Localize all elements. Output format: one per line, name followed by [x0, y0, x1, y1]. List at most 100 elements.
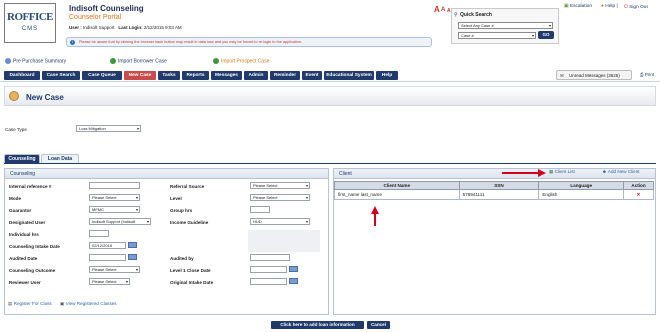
original-intake-date-input[interactable]: [250, 278, 287, 285]
import-borrower-link[interactable]: Import Borrower Case: [110, 58, 167, 64]
unread-messages[interactable]: ✉ Unread Messages (3625): [556, 70, 632, 80]
counseling-outcome-select[interactable]: Please Select ▾: [89, 266, 140, 273]
help-link[interactable]: ● Help |: [601, 4, 618, 9]
client-list-link[interactable]: ▦ Client List: [549, 169, 575, 175]
audited-date-label: Audited Date: [9, 256, 38, 261]
calendar-icon[interactable]: [128, 254, 137, 260]
guarantor-select[interactable]: MFMC ▾: [89, 206, 140, 213]
table-row: first_name last_name 578941111 English ✕: [334, 189, 654, 200]
nav-new-case[interactable]: New Case: [124, 71, 156, 80]
referral-source-select[interactable]: Please Select ▾: [250, 182, 310, 189]
case-type-label: Case Type: [5, 127, 27, 132]
view-registered-classes-link[interactable]: ▣ View Registered Classes: [60, 301, 117, 307]
nav-admin[interactable]: Admin: [244, 71, 268, 80]
level-select[interactable]: Please Select ▾: [250, 194, 310, 201]
col-ssn: SSN: [458, 181, 540, 190]
reviewer-user-label: Reviewer User: [9, 280, 41, 285]
print-icon: ⎙: [640, 72, 644, 77]
info-icon: i: [70, 40, 75, 45]
audited-date-input[interactable]: [89, 254, 126, 261]
user-value: Indisoft Support: [83, 25, 115, 30]
group-hrs-label: Group hrs: [170, 208, 193, 213]
audited-by-input[interactable]: [250, 254, 290, 261]
annotation-arrow-right: [502, 169, 546, 177]
internal-reference-label: Internal reference #: [9, 184, 52, 189]
client-list-icon: ▦: [549, 169, 554, 174]
nav-divider: [0, 81, 660, 82]
level1-close-date-input[interactable]: [250, 266, 287, 273]
calendar-icon[interactable]: [128, 242, 137, 248]
counseling-heading: Counseling: [5, 169, 328, 179]
designated-user-select[interactable]: Indisoft Support (Indisoft ▾: [89, 218, 151, 225]
notice-text: Please be aware that by clicking the bro…: [79, 40, 303, 44]
designated-user-label: Designated User: [9, 220, 46, 225]
chevron-down-icon: ▾: [135, 207, 138, 212]
group-hrs-input[interactable]: [250, 206, 270, 213]
add-loan-information-button[interactable]: Click here to add loan information: [271, 321, 364, 329]
col-client-name: Client Name: [334, 181, 460, 190]
main-nav: Dashboard Case Search Case Queue New Cas…: [4, 71, 399, 80]
escalation-link[interactable]: ▣ Escalation: [564, 4, 592, 9]
nav-reminder[interactable]: Reminder: [270, 71, 300, 80]
level1-close-date-label: Level 1 Close Date: [170, 268, 211, 273]
last-login-value: 2/12/2015 9:03 AM: [143, 25, 182, 30]
nav-case-search[interactable]: Case Search: [42, 71, 80, 80]
font-medium-button[interactable]: A: [441, 7, 445, 13]
search-field-select[interactable]: Case # ▾: [458, 32, 536, 39]
delete-icon[interactable]: ✕: [623, 189, 654, 200]
guarantor-label: Guarantor: [9, 208, 32, 213]
case-type-select[interactable]: Loss Mitigation ▾: [76, 125, 141, 132]
nav-help[interactable]: Help: [376, 71, 398, 80]
sign-out-link[interactable]: ⏻ Sign Out: [624, 4, 648, 10]
import-prospect-icon: [213, 58, 219, 64]
print-link[interactable]: ⎙ Print: [640, 72, 654, 77]
pre-purchase-summary-link[interactable]: Pre Purchase Summary: [5, 58, 66, 64]
nav-event[interactable]: Event: [302, 71, 322, 80]
nav-educational-system[interactable]: Educational System: [324, 71, 374, 80]
tab-loan-data[interactable]: Loan Data: [41, 154, 79, 163]
chevron-down-icon: ▾: [305, 183, 308, 188]
calendar-icon[interactable]: [289, 278, 298, 284]
quick-search-icon: ⚲: [454, 12, 458, 18]
register-for-class-link[interactable]: ▤ Register For Class: [8, 301, 52, 307]
mode-select[interactable]: Please Select ▾: [89, 194, 140, 201]
nav-reports[interactable]: Reports: [182, 71, 209, 80]
nav-case-queue[interactable]: Case Queue: [82, 71, 122, 80]
user-label: User :: [69, 25, 82, 30]
import-prospect-link[interactable]: Import Prospect Case: [213, 58, 269, 64]
cancel-button[interactable]: Cancel: [367, 321, 390, 329]
tab-underline: [4, 163, 656, 164]
internal-reference-input[interactable]: [89, 182, 140, 189]
nav-messages[interactable]: Messages: [211, 71, 242, 80]
chevron-down-icon: ▾: [135, 195, 138, 200]
quick-search-panel: ⚲ Quick Search Select Any Case # ▾ Case #…: [451, 8, 559, 44]
help-icon: ●: [601, 4, 604, 9]
language-cell: English: [538, 189, 625, 200]
reviewer-user-select[interactable]: Please Select ▾: [89, 278, 130, 285]
nav-tasks[interactable]: Tasks: [158, 71, 180, 80]
sign-out-icon: ⏻: [624, 5, 628, 10]
page-title-bar: [4, 86, 656, 106]
chevron-down-icon: ▾: [135, 267, 138, 272]
new-case-icon: [9, 91, 19, 101]
nav-dashboard[interactable]: Dashboard: [4, 71, 40, 80]
user-info: User : Indisoft Support Last Login: 2/12…: [69, 25, 182, 30]
mail-icon: ✉: [560, 73, 564, 78]
font-large-button[interactable]: A: [434, 5, 440, 14]
calendar-icon[interactable]: [289, 266, 298, 272]
counseling-outcome-label: Counseling Outcome: [9, 268, 56, 273]
add-new-client-link[interactable]: ☻ Add New Client: [602, 169, 640, 174]
income-guideline-select[interactable]: HUD ▾: [250, 218, 310, 225]
audited-by-label: Audited by: [170, 256, 194, 261]
chevron-down-icon: ▾: [305, 195, 308, 200]
individual-hrs-input[interactable]: [89, 230, 109, 237]
pre-purchase-icon: [5, 58, 11, 64]
tab-counseling[interactable]: Counseling: [4, 154, 40, 163]
go-button[interactable]: GO: [538, 31, 554, 39]
logo-sub: CMS: [21, 26, 39, 32]
counseling-intake-date-input[interactable]: 02/12/2015: [89, 242, 126, 249]
case-select[interactable]: Select Any Case # ▾: [458, 22, 553, 29]
last-login-label: Last Login:: [118, 25, 143, 30]
ssn-cell: 578941111: [458, 189, 540, 200]
original-intake-date-label: Original Intake Date: [170, 280, 214, 285]
